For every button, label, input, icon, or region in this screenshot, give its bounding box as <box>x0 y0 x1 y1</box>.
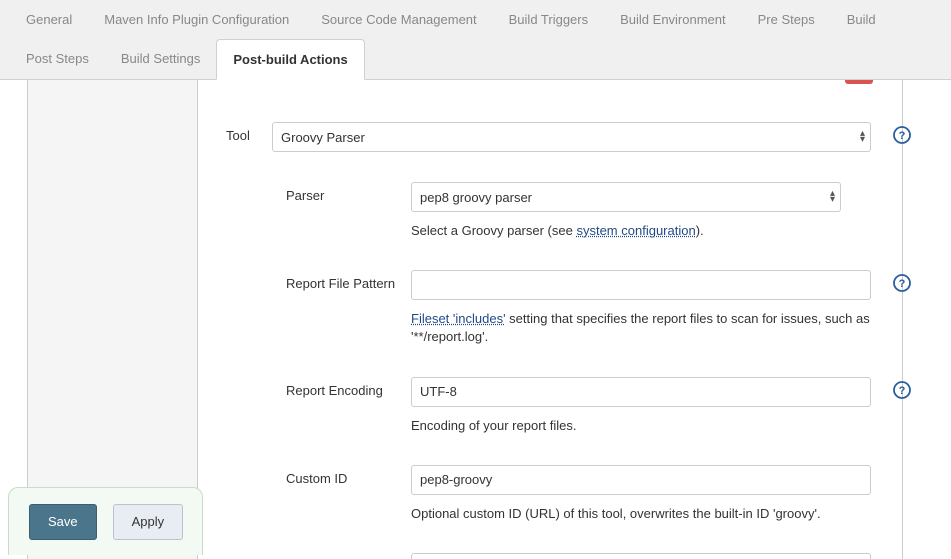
tab-build[interactable]: Build <box>831 0 892 39</box>
parser-select[interactable]: pep8 groovy parser <box>411 182 841 212</box>
tool-row: Tool Groovy Parser ▴▾ ? <box>218 122 931 152</box>
system-config-link[interactable]: system configuration <box>576 223 695 238</box>
custom-name-label: Custom Name <box>286 553 411 559</box>
report-encoding-row: Report Encoding ? Encoding of your repor… <box>218 377 931 435</box>
custom-id-row: Custom ID Optional custom ID (URL) of th… <box>218 465 931 523</box>
svg-text:?: ? <box>899 385 906 397</box>
tool-control: Groovy Parser ▴▾ ? <box>272 122 931 152</box>
action-bar: Save Apply <box>8 487 203 555</box>
tab-row-1: General Maven Info Plugin Configuration … <box>10 0 941 39</box>
custom-id-help: Optional custom ID (URL) of this tool, o… <box>411 505 871 523</box>
tab-post-steps[interactable]: Post Steps <box>10 39 105 79</box>
custom-name-control: Optional custom display name of the tool… <box>411 553 931 559</box>
parser-help: Select a Groovy parser (see system confi… <box>411 222 841 240</box>
tab-maven-info[interactable]: Maven Info Plugin Configuration <box>88 0 305 39</box>
config-tabs: General Maven Info Plugin Configuration … <box>0 0 951 80</box>
report-file-pattern-label: Report File Pattern <box>286 270 411 291</box>
tab-build-settings[interactable]: Build Settings <box>105 39 217 79</box>
tab-pre-steps[interactable]: Pre Steps <box>742 0 831 39</box>
tab-post-build-actions[interactable]: Post-build Actions <box>216 39 364 80</box>
tool-label: Tool <box>226 122 272 143</box>
parser-row: Parser pep8 groovy parser ▴▾ Select a Gr… <box>218 182 931 240</box>
report-encoding-help: Encoding of your report files. <box>411 417 871 435</box>
save-button[interactable]: Save <box>29 504 97 540</box>
fileset-includes-link[interactable]: Fileset 'includes' <box>411 311 506 326</box>
report-encoding-control: ? Encoding of your report files. <box>411 377 931 435</box>
parser-label: Parser <box>286 182 411 203</box>
custom-id-control: Optional custom ID (URL) of this tool, o… <box>411 465 931 523</box>
svg-text:?: ? <box>899 130 906 142</box>
parser-control: pep8 groovy parser ▴▾ Select a Groovy pa… <box>411 182 851 240</box>
tool-select[interactable]: Groovy Parser <box>272 122 871 152</box>
help-icon[interactable]: ? <box>893 126 911 144</box>
report-encoding-label: Report Encoding <box>286 377 411 398</box>
apply-button[interactable]: Apply <box>113 504 184 540</box>
report-file-pattern-row: Report File Pattern ? Fileset 'includes'… <box>218 270 931 346</box>
help-icon[interactable]: ? <box>893 381 911 399</box>
form-area: Tool Groovy Parser ▴▾ ? Parser pep8 <box>198 80 951 559</box>
report-file-pattern-input[interactable] <box>411 270 871 300</box>
help-icon[interactable]: ? <box>893 274 911 292</box>
tab-general[interactable]: General <box>10 0 88 39</box>
report-file-pattern-control: ? Fileset 'includes' setting that specif… <box>411 270 931 346</box>
custom-name-row: Custom Name Optional custom display name… <box>218 553 931 559</box>
svg-text:?: ? <box>899 278 906 290</box>
tab-build-triggers[interactable]: Build Triggers <box>493 0 604 39</box>
custom-id-input[interactable] <box>411 465 871 495</box>
tab-row-2: Post Steps Build Settings Post-build Act… <box>10 39 941 79</box>
custom-id-label: Custom ID <box>286 465 411 486</box>
report-file-pattern-help: Fileset 'includes' setting that specifie… <box>411 310 871 346</box>
delete-button-stub[interactable] <box>845 80 873 84</box>
tab-build-environment[interactable]: Build Environment <box>604 0 742 39</box>
report-encoding-input[interactable] <box>411 377 871 407</box>
custom-name-input[interactable] <box>411 553 871 559</box>
tab-scm[interactable]: Source Code Management <box>305 0 492 39</box>
